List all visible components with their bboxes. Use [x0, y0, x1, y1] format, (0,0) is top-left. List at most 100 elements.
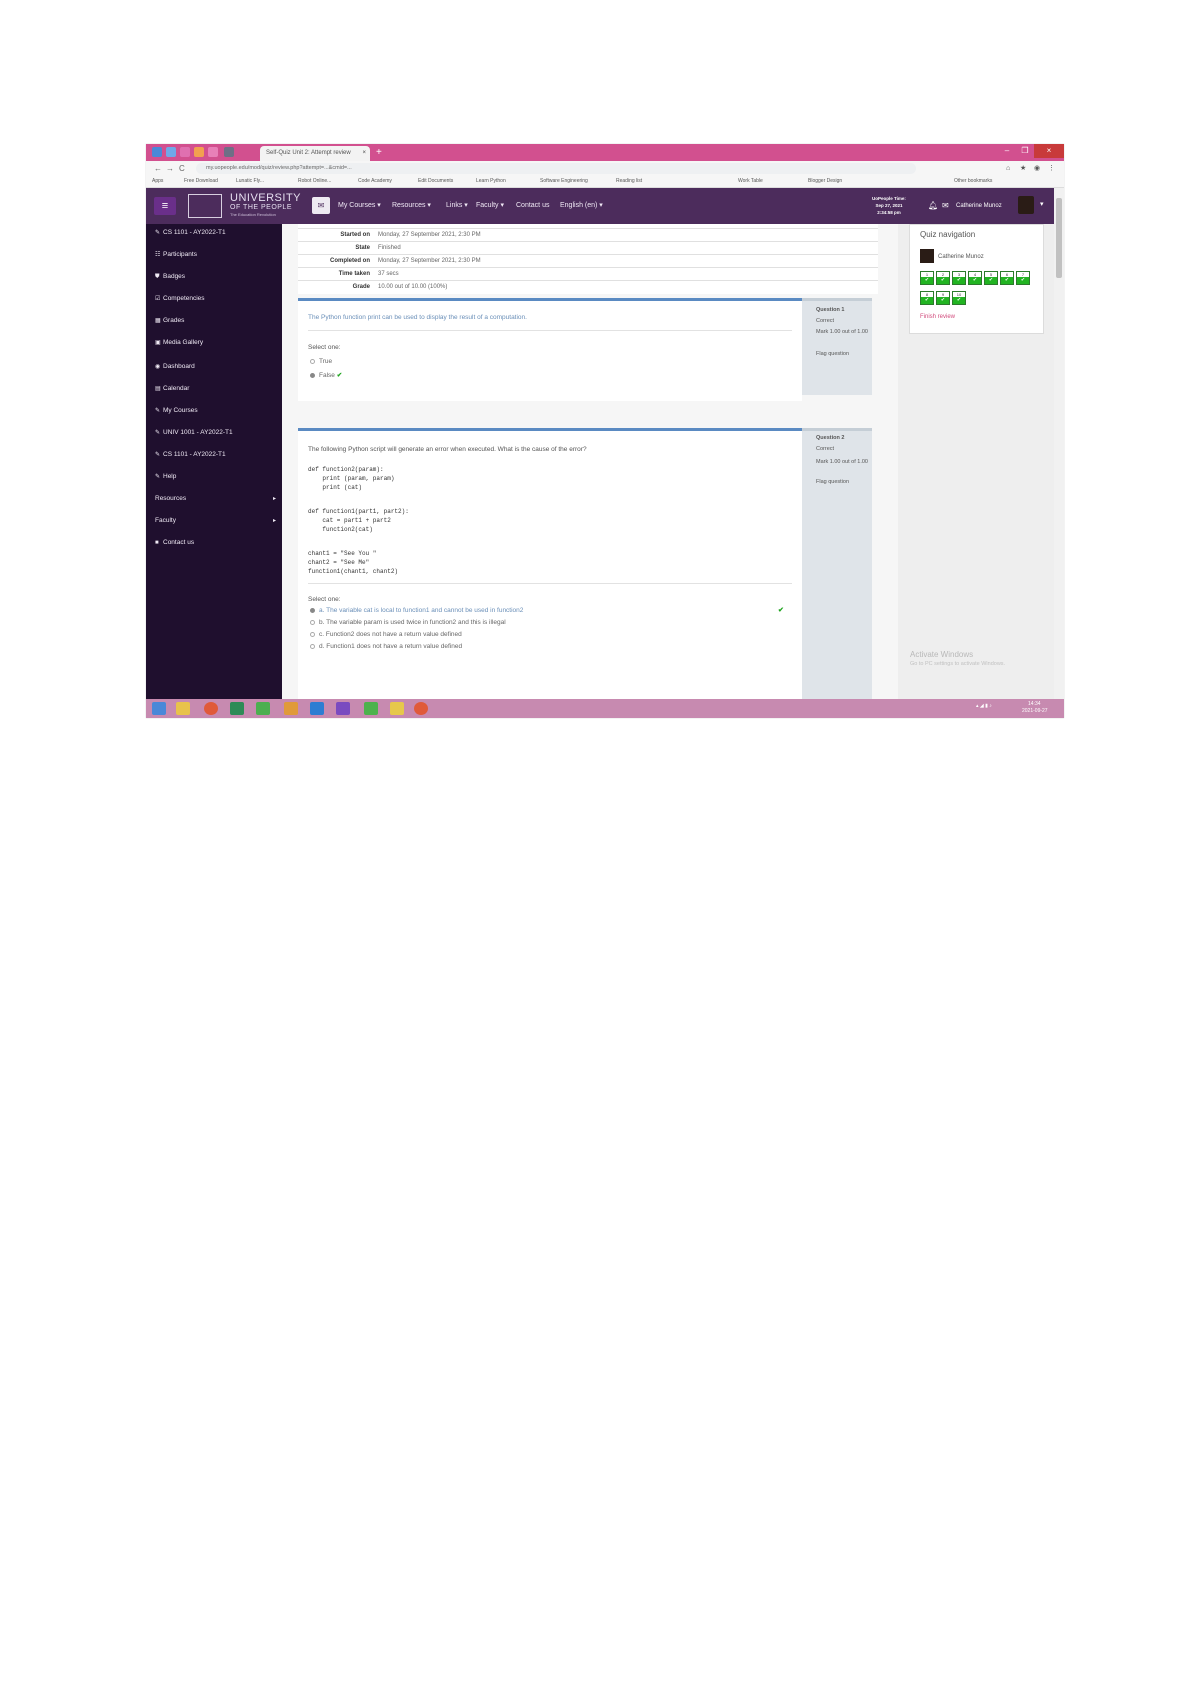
menu-resources[interactable]: Resources ▾ [392, 201, 431, 211]
bookmark[interactable]: Learn Python [476, 176, 506, 187]
quiz-question-button[interactable]: 10 ✔ [952, 291, 966, 305]
sidebar-item-competencies[interactable]: ☑ Competencies [155, 294, 205, 304]
answer-option-a[interactable]: a. The variable cat is local to function… [310, 606, 523, 615]
radio-button[interactable] [310, 619, 315, 625]
sidebar-item-calendar[interactable]: ▤ Calendar [155, 384, 189, 394]
tab-close-icon[interactable]: × [362, 146, 366, 161]
vscode-icon[interactable] [310, 702, 324, 715]
app-icon[interactable] [224, 147, 234, 157]
close-window-icon[interactable]: × [1034, 144, 1064, 158]
sidebar-item-dashboard[interactable]: ◉ Dashboard [155, 362, 195, 372]
bookmark[interactable]: Code Academy [358, 176, 392, 187]
app-icon[interactable] [180, 147, 190, 157]
scrollbar-thumb[interactable] [1056, 198, 1062, 278]
radio-button[interactable] [310, 607, 315, 613]
file-explorer-icon[interactable] [176, 702, 190, 715]
page-scrollbar[interactable] [1054, 188, 1064, 699]
bookmark[interactable]: Edit Documents [418, 176, 453, 187]
bookmark[interactable]: Apps [152, 176, 163, 187]
flag-question-link[interactable]: Flag question [816, 351, 849, 358]
forward-icon[interactable]: → [166, 162, 174, 175]
app-icon[interactable] [284, 702, 298, 715]
extension-icon[interactable]: ⌂ [1006, 162, 1010, 175]
hamburger-menu-icon[interactable]: ≡ [154, 197, 176, 215]
tab-active[interactable]: Self-Quiz Unit 2: Attempt review × [260, 146, 370, 161]
star-icon[interactable]: ★ [1020, 162, 1026, 175]
messages-button[interactable]: ✉ [312, 197, 330, 214]
sidebar-item-participants[interactable]: ☷ Participants [155, 250, 197, 260]
bookmark[interactable]: Robot Online... [298, 176, 331, 187]
bookmark[interactable]: Lunatic Fly... [236, 176, 264, 187]
radio-button[interactable] [310, 643, 315, 649]
sidebar-item-help[interactable]: ✎ Help [155, 472, 176, 482]
quiz-question-button[interactable]: 8 ✔ [920, 291, 934, 305]
app-icon[interactable] [152, 147, 162, 157]
reload-icon[interactable]: C [179, 162, 185, 175]
bookmark[interactable]: Work Table [738, 176, 763, 187]
tray-icons[interactable]: ▴ ◢ ▮ ♪ [976, 703, 992, 709]
maximize-icon[interactable]: ❐ [1016, 144, 1034, 158]
taskbar-date[interactable]: 2021-09-27 [1022, 708, 1048, 714]
quiz-question-button[interactable]: 5 ✔ [984, 271, 998, 285]
profile-icon[interactable]: ◉ [1034, 162, 1040, 175]
quiz-question-button[interactable]: 6 ✔ [1000, 271, 1014, 285]
menu-language[interactable]: English (en) ▾ [560, 201, 603, 211]
menu-icon[interactable]: ⋮ [1048, 162, 1055, 175]
avatar[interactable] [1018, 196, 1034, 214]
sidebar-item-course[interactable]: ✎ CS 1101 - AY2022-T1 [155, 228, 226, 238]
chat-icon[interactable]: ✉ [942, 200, 949, 212]
bookmark[interactable]: Reading list [616, 176, 642, 187]
chrome-icon[interactable] [414, 702, 428, 715]
radio-button[interactable] [310, 372, 315, 378]
answer-option-false[interactable]: False ✔ [310, 371, 342, 380]
answer-option-true[interactable]: True [310, 357, 332, 366]
bookmark[interactable]: Free Download [184, 176, 218, 187]
menu-my-courses[interactable]: My Courses ▾ [338, 201, 381, 211]
app-icon[interactable] [208, 147, 218, 157]
sidebar-item-badges[interactable]: ⛊ Badges [155, 272, 185, 282]
sidebar-item-cs-course[interactable]: ✎ CS 1101 - AY2022-T1 [155, 450, 226, 460]
sidebar-item-contact-us[interactable]: ■ Contact us [155, 538, 194, 548]
back-icon[interactable]: ← [154, 162, 162, 175]
app-icon[interactable] [230, 702, 244, 715]
sidebar-item-media-gallery[interactable]: ▣ Media Gallery [155, 338, 203, 348]
flag-question-link[interactable]: Flag question [816, 479, 849, 486]
app-icon[interactable] [390, 702, 404, 715]
bookmark[interactable]: Other bookmarks [954, 176, 992, 187]
radio-button[interactable] [310, 631, 315, 637]
app-icon[interactable] [256, 702, 270, 715]
quiz-question-button[interactable]: 1 ✔ [920, 271, 934, 285]
chrome-icon[interactable] [204, 702, 218, 715]
start-icon[interactable] [152, 702, 166, 715]
menu-faculty[interactable]: Faculty ▾ [476, 201, 504, 211]
new-tab-button[interactable]: + [376, 145, 382, 160]
address-bar[interactable]: my.uopeople.edu/mod/quiz/review.php?atte… [196, 163, 916, 174]
quiz-question-button[interactable]: 9 ✔ [936, 291, 950, 305]
bell-icon[interactable]: 🔔︎ [928, 200, 938, 212]
menu-contact-us[interactable]: Contact us [516, 201, 549, 211]
bookmark[interactable]: Blogger Design [808, 176, 842, 187]
app-icon[interactable] [166, 147, 176, 157]
chevron-down-icon[interactable]: ▾ [1040, 200, 1044, 208]
sidebar-item-univ-course[interactable]: ✎ UNIV 1001 - AY2022-T1 [155, 428, 233, 438]
quiz-question-button[interactable]: 3 ✔ [952, 271, 966, 285]
minimize-icon[interactable]: – [998, 144, 1016, 158]
app-icon[interactable] [194, 147, 204, 157]
radio-button[interactable] [310, 358, 315, 364]
sidebar-item-faculty[interactable]: Faculty ▸ [155, 516, 276, 526]
answer-option-d[interactable]: d. Function1 does not have a return valu… [310, 642, 462, 651]
answer-option-b[interactable]: b. The variable param is used twice in f… [310, 618, 506, 627]
quiz-question-button[interactable]: 4 ✔ [968, 271, 982, 285]
app-icon[interactable] [364, 702, 378, 715]
sidebar-item-grades[interactable]: ▦ Grades [155, 316, 184, 326]
quiz-question-button[interactable]: 7 ✔ [1016, 271, 1030, 285]
university-logo-icon[interactable] [188, 194, 222, 218]
menu-links[interactable]: Links ▾ [446, 201, 468, 211]
quiz-question-button[interactable]: 2 ✔ [936, 271, 950, 285]
finish-review-link[interactable]: Finish review [920, 313, 955, 321]
answer-option-c[interactable]: c. Function2 does not have a return valu… [310, 630, 462, 639]
bookmark[interactable]: Software Engineering [540, 176, 588, 187]
sidebar-item-my-courses[interactable]: ✎ My Courses [155, 406, 198, 416]
user-name[interactable]: Catherine Munoz [956, 201, 1002, 211]
taskbar-clock[interactable]: 14:34 [1028, 701, 1041, 707]
